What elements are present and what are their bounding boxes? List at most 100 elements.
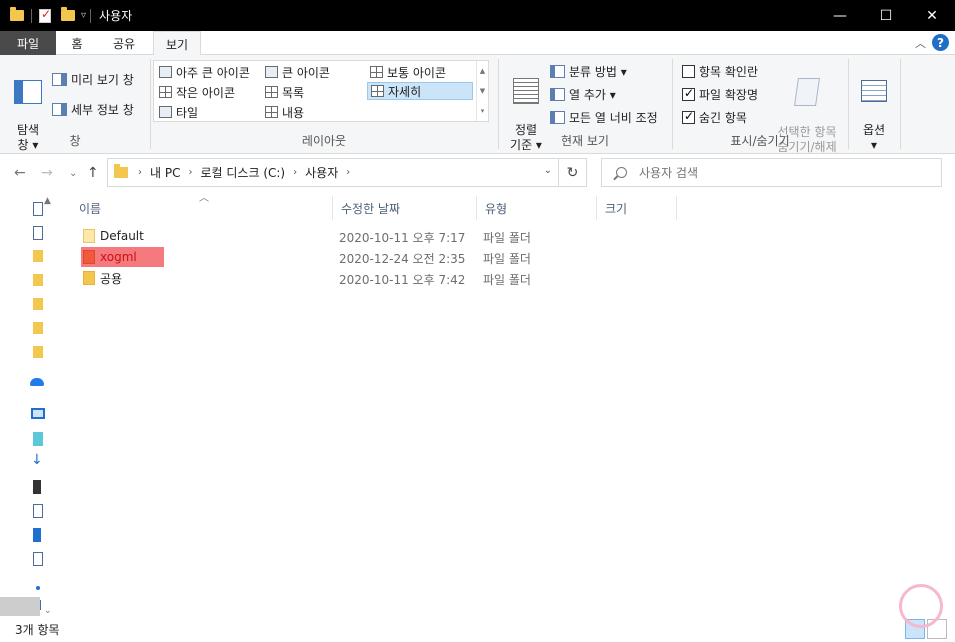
tab-share[interactable]: 공유: [98, 31, 150, 55]
item-checkboxes-checkbox[interactable]: [682, 64, 695, 78]
group-label-current-view: 현재 보기: [561, 134, 609, 148]
new-folder-icon[interactable]: [61, 7, 75, 21]
navigation-pane-icon: [14, 80, 42, 104]
file-extensions-toggle[interactable]: 파일 확장명: [682, 84, 758, 104]
table-row[interactable]: xogml 2020-12-24 오전 2:35 파일 폴더: [75, 247, 675, 267]
column-header-type[interactable]: 유형: [477, 198, 596, 218]
group-label-panes: 창: [69, 134, 81, 148]
date-modified-cell: 2020-12-24 오전 2:35: [339, 252, 466, 266]
table-row[interactable]: 공용 2020-10-11 오후 7:42 파일 폴더: [75, 268, 675, 288]
add-columns-button[interactable]: 열 추가 ▾: [550, 84, 616, 104]
ribbon: 탐색 창 ▾ 미리 보기 창 세부 정보 창 창 레이아웃 아주 큰 아이콘 큰…: [0, 55, 955, 154]
help-icon[interactable]: ?: [932, 34, 949, 51]
layout-item-label: 큰 아이콘: [282, 65, 330, 80]
preview-pane-label: 미리 보기 창: [71, 72, 134, 87]
small-icons-icon: [159, 86, 172, 98]
divider: [90, 8, 92, 23]
layout-item-label: 아주 큰 아이콘: [176, 65, 250, 80]
extra-large-icons-icon: [159, 66, 172, 78]
back-icon[interactable]: ←: [14, 165, 26, 181]
details-pane-label: 세부 정보 창: [71, 102, 134, 117]
horizontal-scrollbar-thumb[interactable]: [0, 597, 40, 616]
navigation-pane-scrollbar[interactable]: ▲ ⌄: [40, 196, 57, 616]
breadcrumb-users[interactable]: 사용자: [305, 164, 338, 181]
item-checkboxes-toggle[interactable]: 항목 확인란: [682, 61, 758, 81]
add-columns-icon: [550, 87, 565, 101]
date-modified-cell: 2020-10-11 오후 7:42: [339, 273, 466, 287]
layout-large-icons[interactable]: 큰 아이콘: [262, 63, 330, 81]
table-row[interactable]: Default 2020-10-11 오후 7:17 파일 폴더: [75, 226, 675, 246]
address-bar[interactable]: › 내 PC › 로컬 디스크 (C:) › 사용자 › ⌄: [107, 158, 559, 187]
refresh-button[interactable]: ↻: [559, 158, 587, 187]
column-header-name[interactable]: 이름: [71, 198, 331, 218]
type-cell: 파일 폴더: [483, 231, 531, 245]
hidden-items-toggle[interactable]: 숨긴 항목: [682, 107, 747, 127]
group-show-hide: 항목 확인란 파일 확장명 숨긴 항목 선택한 항목 숨기기/해제 표시/숨기기: [672, 55, 848, 154]
navigation-bar: ← → ⌄ ↑ › 내 PC › 로컬 디스크 (C:) › 사용자 › ⌄ ↻: [0, 155, 955, 191]
collapse-ribbon-icon[interactable]: ︿: [915, 35, 926, 51]
medium-icons-icon: [370, 66, 383, 78]
size-all-columns-button[interactable]: 모든 열 너비 조정: [550, 107, 658, 127]
layout-medium-icons[interactable]: 보통 아이콘: [367, 63, 446, 81]
layout-content[interactable]: 내용: [262, 103, 304, 121]
properties-icon[interactable]: [39, 7, 51, 23]
scroll-down-icon[interactable]: ⌄: [44, 606, 52, 616]
details-pane-button[interactable]: 세부 정보 창: [52, 99, 134, 119]
minimize-button[interactable]: —: [817, 0, 863, 31]
layout-list[interactable]: 목록: [262, 83, 304, 101]
layout-extra-large-icons[interactable]: 아주 큰 아이콘: [156, 63, 250, 81]
column-header-date-modified[interactable]: 수정한 날짜: [333, 198, 476, 218]
customize-toolbar-icon[interactable]: ▿: [81, 10, 86, 21]
maximize-button[interactable]: ☐: [863, 0, 909, 31]
file-name-cell-highlighted[interactable]: xogml: [81, 247, 164, 267]
divider: [31, 8, 32, 23]
breadcrumb-this-pc[interactable]: 내 PC: [150, 164, 180, 181]
chevron-down-icon[interactable]: ⌄: [544, 165, 552, 176]
preview-pane-button[interactable]: 미리 보기 창: [52, 69, 134, 89]
hide-selected-icon: [794, 78, 820, 106]
file-name: 공용: [100, 271, 123, 286]
tab-home[interactable]: 홈: [56, 31, 98, 55]
up-icon[interactable]: ↑: [87, 165, 99, 181]
tab-view[interactable]: 보기: [153, 31, 201, 56]
search-input[interactable]: [639, 165, 899, 180]
layout-small-icons[interactable]: 작은 아이콘: [156, 83, 235, 101]
scroll-up-icon[interactable]: ▲: [44, 196, 51, 206]
divider: [848, 59, 849, 149]
type-cell: 파일 폴더: [483, 273, 531, 287]
file-name-cell[interactable]: 공용: [81, 269, 124, 287]
layout-details[interactable]: 자세히: [367, 82, 473, 100]
chevron-right-icon[interactable]: ›: [138, 167, 142, 178]
file-extensions-checkbox[interactable]: [682, 86, 695, 101]
forward-icon[interactable]: →: [41, 165, 53, 181]
details-icon: [371, 85, 384, 97]
hidden-items-checkbox[interactable]: [682, 109, 695, 124]
column-header-size[interactable]: 크기: [597, 198, 676, 218]
file-name-cell[interactable]: Default: [81, 227, 146, 245]
layout-item-label: 타일: [176, 105, 199, 120]
recent-locations-icon[interactable]: ⌄: [69, 168, 77, 179]
group-by-button[interactable]: 분류 방법 ▾: [550, 61, 627, 81]
size-columns-icon: [550, 110, 565, 124]
folder-icon: [83, 271, 95, 285]
status-bar: 3개 항목: [0, 616, 955, 642]
details-pane-icon: [52, 102, 67, 116]
folder-icon: [114, 164, 128, 178]
tab-file[interactable]: 파일: [0, 31, 56, 55]
layout-gallery: 아주 큰 아이콘 큰 아이콘 보통 아이콘 작은 아이콘 목록 자세히 타일 내…: [153, 60, 489, 122]
ribbon-tabs: 파일 홈 공유 보기 ︿ ?: [0, 31, 955, 56]
chevron-right-icon[interactable]: ›: [293, 167, 297, 178]
content-icon: [265, 106, 278, 118]
chevron-right-icon[interactable]: ›: [346, 167, 350, 178]
search-box[interactable]: [601, 158, 942, 187]
layout-tiles[interactable]: 타일: [156, 103, 198, 121]
close-button[interactable]: ✕: [909, 0, 955, 31]
file-name: xogml: [100, 250, 137, 264]
gallery-scrollbar[interactable]: ▲ ▼ ▾: [476, 61, 488, 121]
watermark-logo: [899, 584, 943, 628]
chevron-right-icon[interactable]: ›: [188, 167, 192, 178]
options-button[interactable]: 옵션 ▾: [854, 65, 894, 153]
divider[interactable]: [676, 196, 677, 220]
layout-item-label: 보통 아이콘: [387, 65, 447, 80]
breadcrumb-local-disk[interactable]: 로컬 디스크 (C:): [200, 164, 285, 181]
